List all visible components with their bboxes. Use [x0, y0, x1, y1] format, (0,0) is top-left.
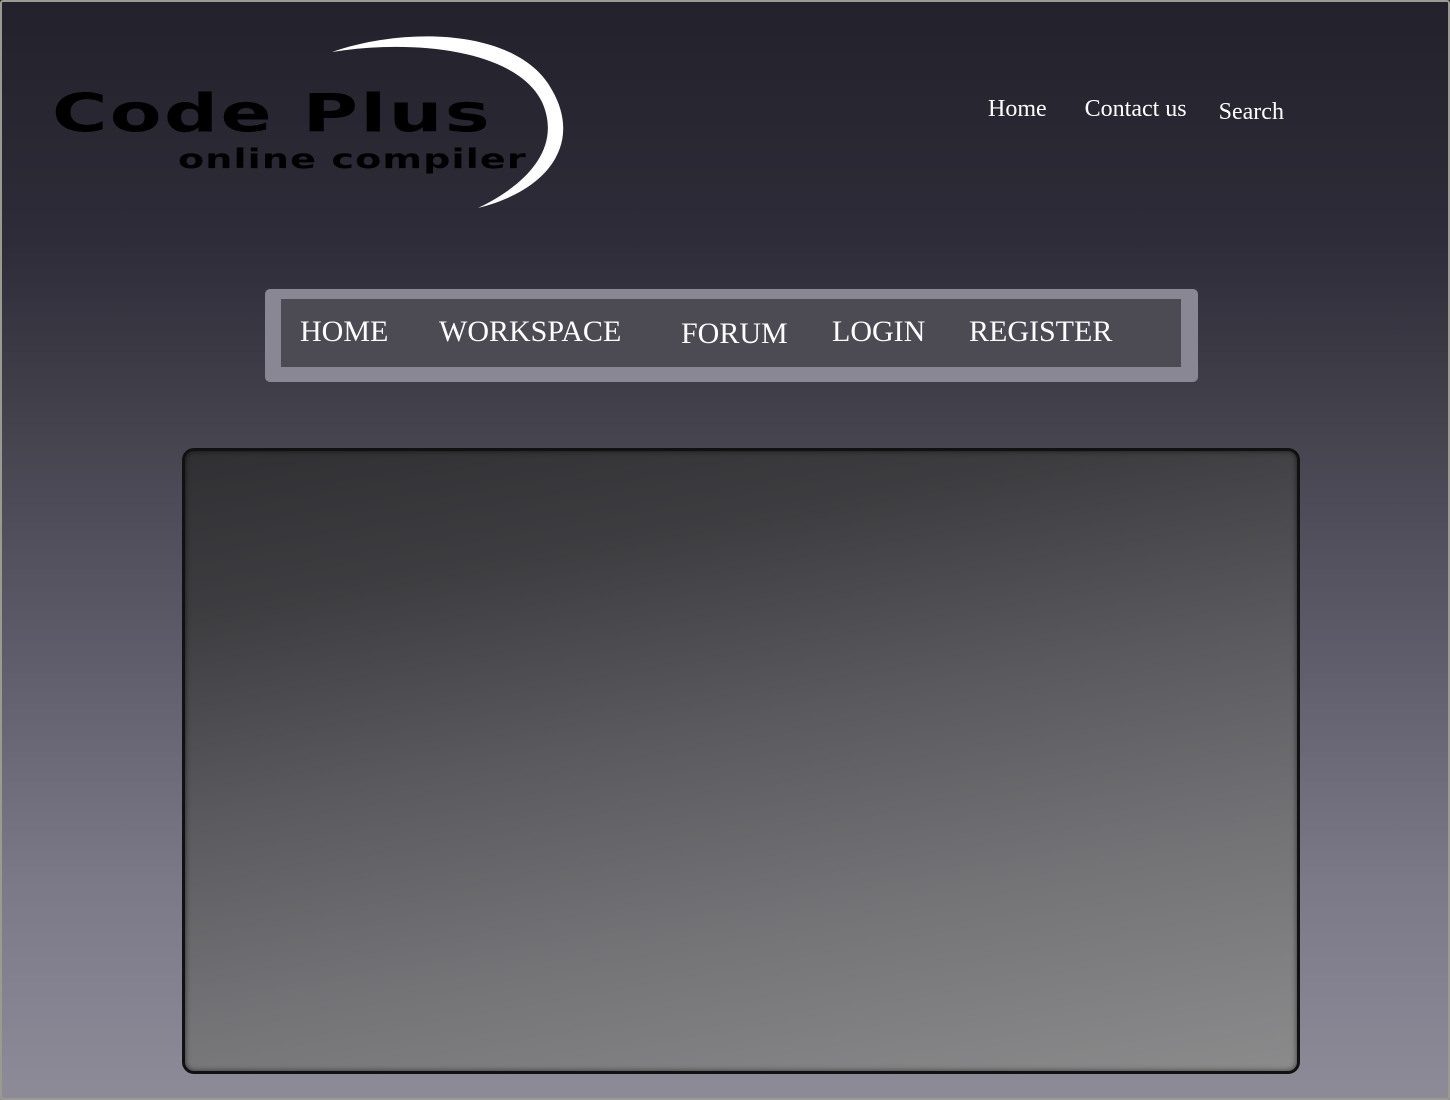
logo-subtitle: online compiler: [178, 143, 527, 175]
top-link-contact-us[interactable]: Contact us: [1085, 96, 1187, 123]
content-panel: [182, 448, 1300, 1074]
site-logo[interactable]: Code Plus online compiler: [40, 30, 580, 220]
nav-item-register[interactable]: REGISTER: [969, 315, 1112, 348]
top-link-home[interactable]: Home: [988, 96, 1047, 123]
main-nav: HOME WORKSPACE FORUM LOGIN REGISTER: [265, 289, 1198, 382]
logo-title: Code Plus: [52, 83, 493, 145]
top-link-search[interactable]: Search: [1219, 99, 1284, 126]
main-nav-bar: HOME WORKSPACE FORUM LOGIN REGISTER: [281, 299, 1181, 367]
nav-item-workspace[interactable]: WORKSPACE: [439, 315, 621, 348]
nav-item-forum[interactable]: FORUM: [681, 317, 788, 350]
nav-item-home[interactable]: HOME: [300, 315, 388, 348]
top-links: Home Contact us Search: [988, 96, 1284, 126]
nav-item-login[interactable]: LOGIN: [832, 315, 925, 348]
